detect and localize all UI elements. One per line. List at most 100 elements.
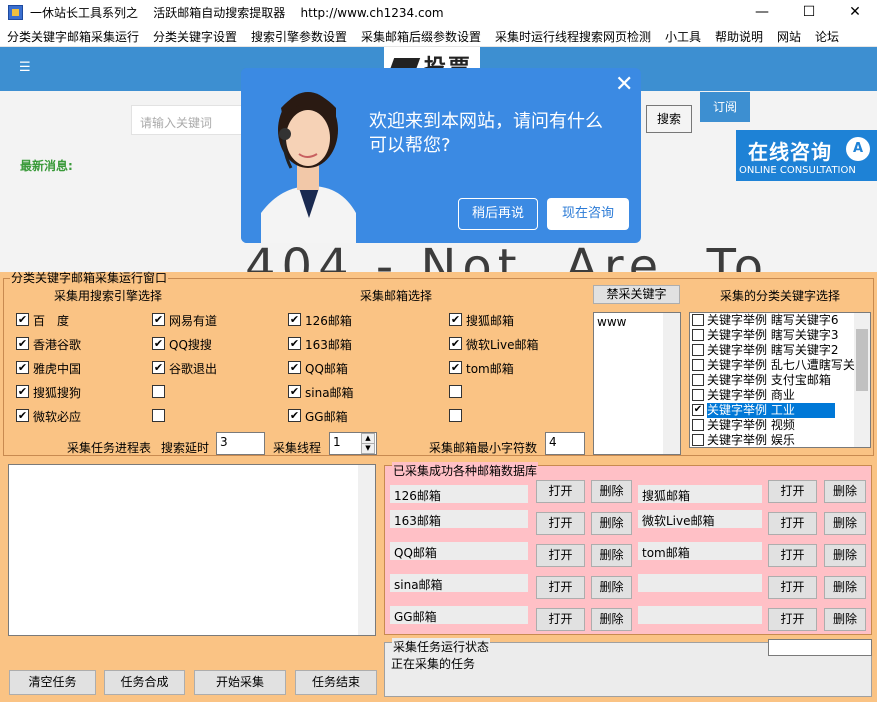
menu-item-website[interactable]: 网站: [777, 28, 801, 45]
keyword-checkbox[interactable]: [692, 329, 704, 341]
window-title: 一休站长工具系列之 活跃邮箱自动搜索提取器 http://www.ch1234.…: [30, 6, 444, 20]
open-tom-button[interactable]: 打开: [768, 544, 817, 567]
mailbox-gg-checkbox[interactable]: ✔: [288, 409, 301, 422]
keyword-checkbox[interactable]: [692, 389, 704, 401]
delete-live-button[interactable]: 删除: [824, 512, 866, 535]
delete-tom-button[interactable]: 删除: [824, 544, 866, 567]
merge-task-button[interactable]: 任务合成: [104, 670, 185, 695]
engine-empty-checkbox[interactable]: [152, 409, 165, 422]
minimize-button[interactable]: —: [739, 0, 785, 25]
ban-keyword-textarea[interactable]: www: [593, 312, 681, 455]
engine-label: 网易有道: [169, 314, 218, 328]
list-item-selected[interactable]: ✔ 关键字举例 工业: [690, 403, 870, 418]
engine-baidu-checkbox[interactable]: ✔: [16, 313, 29, 326]
list-item[interactable]: 关键字举例 瞎写关键字2: [690, 343, 870, 358]
maximize-button[interactable]: ☐: [786, 0, 832, 25]
keyword-checkbox[interactable]: [692, 434, 704, 446]
engine-qq-checkbox[interactable]: ✔: [152, 337, 165, 350]
engine-youdao-checkbox[interactable]: ✔: [152, 313, 165, 326]
engine-bing-checkbox[interactable]: ✔: [16, 409, 29, 422]
open-empty-button[interactable]: 打开: [768, 576, 817, 599]
online-consult-button[interactable]: 在线咨询 ONLINE CONSULTATION A: [736, 130, 877, 181]
list-item[interactable]: 关键字举例 商业: [690, 388, 870, 403]
open-empty-button[interactable]: 打开: [768, 608, 817, 631]
list-item[interactable]: 关键字举例 瞎写关键字6: [690, 313, 870, 328]
end-task-button[interactable]: 任务结束: [295, 670, 377, 695]
keyword-checkbox[interactable]: ✔: [692, 404, 704, 416]
keyword-scrollbar[interactable]: [854, 313, 870, 447]
delay-input[interactable]: 3: [216, 432, 265, 455]
popup-consult-now-button[interactable]: 现在咨询: [547, 198, 629, 230]
status-input[interactable]: [768, 639, 872, 656]
engine-yahoo-checkbox[interactable]: ✔: [16, 361, 29, 374]
menu-item-help[interactable]: 帮助说明: [715, 28, 763, 45]
delete-empty-button[interactable]: 删除: [824, 576, 866, 599]
keyword-checkbox[interactable]: [692, 374, 704, 386]
subscribe-button[interactable]: 订阅: [700, 92, 750, 122]
open-126-button[interactable]: 打开: [536, 480, 585, 503]
min-chars-input[interactable]: 4: [545, 432, 585, 455]
list-item[interactable]: 关键字举例 娱乐: [690, 433, 870, 447]
consult-logo-icon: A: [846, 137, 870, 161]
popup-later-button[interactable]: 稍后再说: [458, 198, 538, 230]
open-sina-button[interactable]: 打开: [536, 576, 585, 599]
ban-keyword-button[interactable]: 禁采关键字: [593, 285, 680, 304]
mailbox-126-checkbox[interactable]: ✔: [288, 313, 301, 326]
engine-google-hk-checkbox[interactable]: ✔: [16, 337, 29, 350]
list-item[interactable]: 关键字举例 视频: [690, 418, 870, 433]
keyword-checkbox[interactable]: [692, 344, 704, 356]
menu-item-keyword-run[interactable]: 分类关键字邮箱采集运行: [7, 28, 139, 45]
open-live-button[interactable]: 打开: [768, 512, 817, 535]
delete-163-button[interactable]: 删除: [591, 512, 632, 535]
mailbox-sina-checkbox[interactable]: ✔: [288, 385, 301, 398]
menu-item-engine-settings[interactable]: 搜索引擎参数设置: [251, 28, 347, 45]
task-progress-list[interactable]: [8, 464, 376, 636]
delete-sohu-button[interactable]: 删除: [824, 480, 866, 503]
menu-item-thread-check[interactable]: 采集时运行线程搜索网页检测: [495, 28, 651, 45]
ban-scrollbar[interactable]: [663, 313, 680, 454]
db-label-sina: sina邮箱: [390, 574, 528, 592]
mailbox-empty-checkbox[interactable]: [449, 409, 462, 422]
mailbox-qq-checkbox[interactable]: ✔: [288, 361, 301, 374]
hamburger-menu-icon[interactable]: ☰: [19, 61, 33, 74]
delete-126-button[interactable]: 删除: [591, 480, 632, 503]
open-gg-button[interactable]: 打开: [536, 608, 585, 631]
menu-item-keyword-settings[interactable]: 分类关键字设置: [153, 28, 237, 45]
delete-empty-button[interactable]: 删除: [824, 608, 866, 631]
clear-task-button[interactable]: 清空任务: [9, 670, 96, 695]
spin-down-icon[interactable]: ▼: [361, 443, 375, 454]
menu-item-tools[interactable]: 小工具: [665, 28, 701, 45]
popup-message: 欢迎来到本网站，请问有什么可以帮您?: [369, 111, 603, 156]
engine-label: 百 度: [33, 314, 70, 328]
list-item[interactable]: 关键字举例 乱七八遭瞎写关: [690, 358, 870, 373]
start-collect-button[interactable]: 开始采集: [194, 670, 286, 695]
open-163-button[interactable]: 打开: [536, 512, 585, 535]
scroll-thumb[interactable]: [856, 329, 868, 391]
popup-close-icon[interactable]: ✕: [615, 72, 633, 97]
app-panel: 分类关键字邮箱采集运行窗口 采集用搜索引擎选择 采集邮箱选择 禁采关键字 采集的…: [0, 272, 877, 702]
delete-gg-button[interactable]: 删除: [591, 608, 632, 631]
task-scrollbar[interactable]: [358, 465, 375, 635]
engine-google-exit-checkbox[interactable]: ✔: [152, 361, 165, 374]
mailbox-sohu-checkbox[interactable]: ✔: [449, 313, 462, 326]
menu-item-forum[interactable]: 论坛: [815, 28, 839, 45]
delete-sina-button[interactable]: 删除: [591, 576, 632, 599]
keyword-checkbox[interactable]: [692, 359, 704, 371]
keyword-checkbox[interactable]: [692, 419, 704, 431]
menu-item-suffix-settings[interactable]: 采集邮箱后缀参数设置: [361, 28, 481, 45]
mailbox-163-checkbox[interactable]: ✔: [288, 337, 301, 350]
web-search-button[interactable]: 搜索: [646, 105, 692, 133]
engine-empty-checkbox[interactable]: [152, 385, 165, 398]
keyword-checklist[interactable]: 关键字举例 瞎写关键字6 关键字举例 瞎写关键字3 关键字举例 瞎写关键字2 关…: [689, 312, 871, 448]
open-qq-button[interactable]: 打开: [536, 544, 585, 567]
mailbox-empty-checkbox[interactable]: [449, 385, 462, 398]
keyword-checkbox[interactable]: [692, 314, 704, 326]
mailbox-tom-checkbox[interactable]: ✔: [449, 361, 462, 374]
close-window-button[interactable]: ✕: [832, 0, 877, 25]
mailbox-live-checkbox[interactable]: ✔: [449, 337, 462, 350]
list-item[interactable]: 关键字举例 支付宝邮箱: [690, 373, 870, 388]
list-item[interactable]: 关键字举例 瞎写关键字3: [690, 328, 870, 343]
engine-sogou-checkbox[interactable]: ✔: [16, 385, 29, 398]
open-sohu-button[interactable]: 打开: [768, 480, 817, 503]
delete-qq-button[interactable]: 删除: [591, 544, 632, 567]
